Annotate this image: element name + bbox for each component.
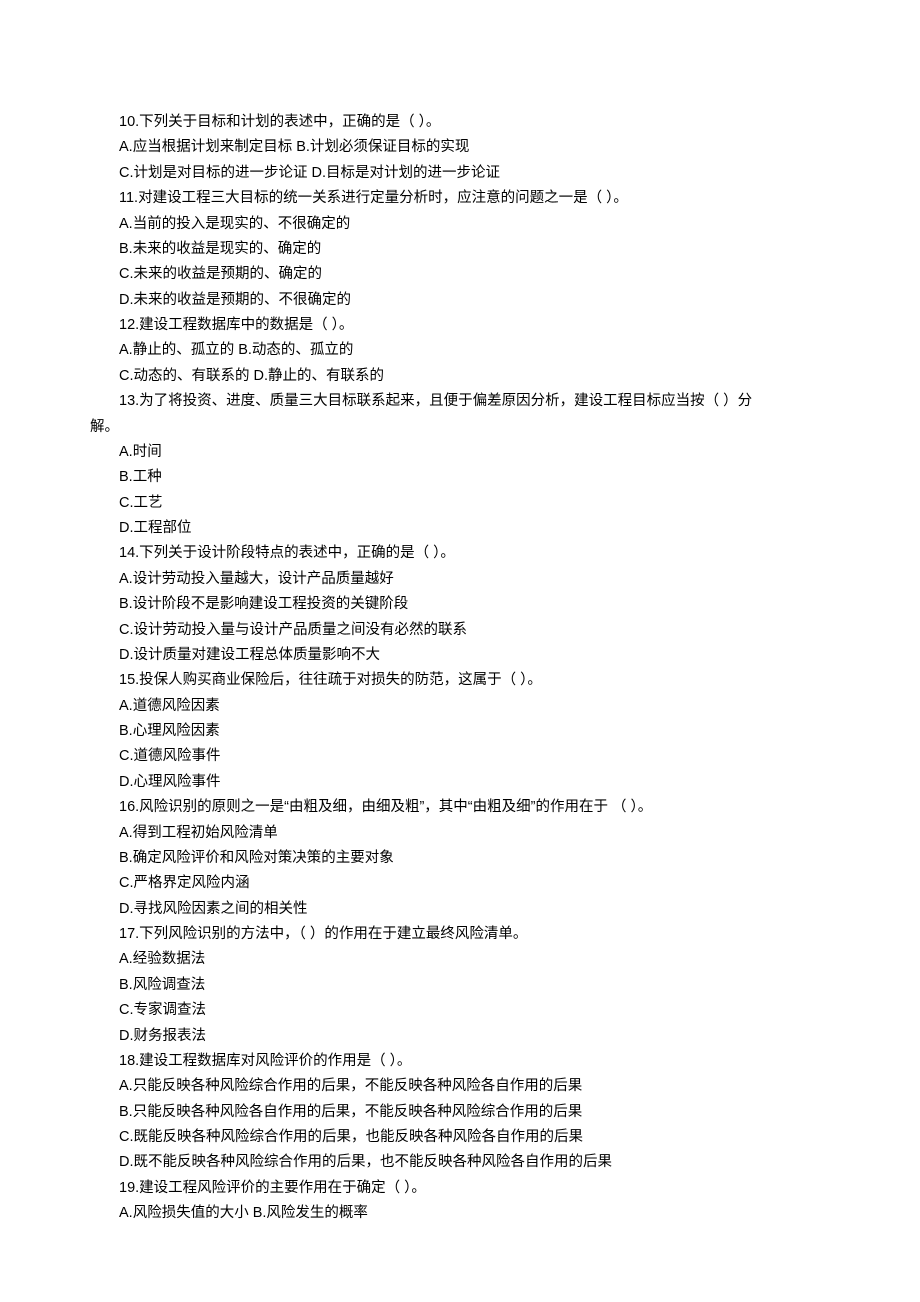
text-line: 10.下列关于目标和计划的表述中，正确的是（ ）。 <box>90 110 830 135</box>
text-line: B.设计阶段不是影响建设工程投资的关键阶段 <box>90 592 830 617</box>
text-line: A.道德风险因素 <box>90 694 830 719</box>
text-line: C.设计劳动投入量与设计产品质量之间没有必然的联系 <box>90 618 830 643</box>
text-line: B.确定风险评价和风险对策决策的主要对象 <box>90 846 830 871</box>
text-line: 15.投保人购买商业保险后，往往疏于对损失的防范，这属于（ ）。 <box>90 668 830 693</box>
text-line: 14.下列关于设计阶段特点的表述中，正确的是（ ）。 <box>90 541 830 566</box>
text-line: B.只能反映各种风险各自作用的后果，不能反映各种风险综合作用的后果 <box>90 1100 830 1125</box>
text-line: A.只能反映各种风险综合作用的后果，不能反映各种风险各自作用的后果 <box>90 1074 830 1099</box>
text-line: 12.建设工程数据库中的数据是（ ）。 <box>90 313 830 338</box>
text-line: A.应当根据计划来制定目标 B.计划必须保证目标的实现 <box>90 135 830 160</box>
text-line: D.寻找风险因素之间的相关性 <box>90 897 830 922</box>
text-line: A.时间 <box>90 440 830 465</box>
text-line: B.未来的收益是现实的、确定的 <box>90 237 830 262</box>
text-line: C.工艺 <box>90 491 830 516</box>
text-line: B.风险调查法 <box>90 973 830 998</box>
text-line: 解。 <box>90 415 830 440</box>
text-line: 16.风险识别的原则之一是“由粗及细，由细及粗”，其中“由粗及细”的作用在于 （… <box>90 795 830 820</box>
text-line: 13.为了将投资、进度、质量三大目标联系起来，且便于偏差原因分析，建设工程目标应… <box>90 389 830 414</box>
text-line: 18.建设工程数据库对风险评价的作用是（ ）。 <box>90 1049 830 1074</box>
text-line: C.既能反映各种风险综合作用的后果，也能反映各种风险各自作用的后果 <box>90 1125 830 1150</box>
text-line: C.道德风险事件 <box>90 744 830 769</box>
text-line: A.静止的、孤立的 B.动态的、孤立的 <box>90 338 830 363</box>
text-line: 19.建设工程风险评价的主要作用在于确定（ ）。 <box>90 1176 830 1201</box>
text-line: A.经验数据法 <box>90 947 830 972</box>
text-line: D.既不能反映各种风险综合作用的后果，也不能反映各种风险各自作用的后果 <box>90 1150 830 1175</box>
text-line: D.工程部位 <box>90 516 830 541</box>
text-line: D.财务报表法 <box>90 1024 830 1049</box>
text-line: A.得到工程初始风险清单 <box>90 821 830 846</box>
text-line: D.心理风险事件 <box>90 770 830 795</box>
text-line: C.动态的、有联系的 D.静止的、有联系的 <box>90 364 830 389</box>
text-line: C.未来的收益是预期的、确定的 <box>90 262 830 287</box>
text-line: C.专家调查法 <box>90 998 830 1023</box>
text-line: A.风险损失值的大小 B.风险发生的概率 <box>90 1201 830 1226</box>
text-line: D.设计质量对建设工程总体质量影响不大 <box>90 643 830 668</box>
text-line: 17.下列风险识别的方法中，（ ）的作用在于建立最终风险清单。 <box>90 922 830 947</box>
document-body: 10.下列关于目标和计划的表述中，正确的是（ ）。A.应当根据计划来制定目标 B… <box>90 110 830 1227</box>
text-line: 11.对建设工程三大目标的统一关系进行定量分析时，应注意的问题之一是（ ）。 <box>90 186 830 211</box>
text-line: B.心理风险因素 <box>90 719 830 744</box>
text-line: B.工种 <box>90 465 830 490</box>
text-line: D.未来的收益是预期的、不很确定的 <box>90 288 830 313</box>
text-line: C.计划是对目标的进一步论证 D.目标是对计划的进一步论证 <box>90 161 830 186</box>
text-line: A.设计劳动投入量越大，设计产品质量越好 <box>90 567 830 592</box>
text-line: A.当前的投入是现实的、不很确定的 <box>90 212 830 237</box>
text-line: C.严格界定风险内涵 <box>90 871 830 896</box>
